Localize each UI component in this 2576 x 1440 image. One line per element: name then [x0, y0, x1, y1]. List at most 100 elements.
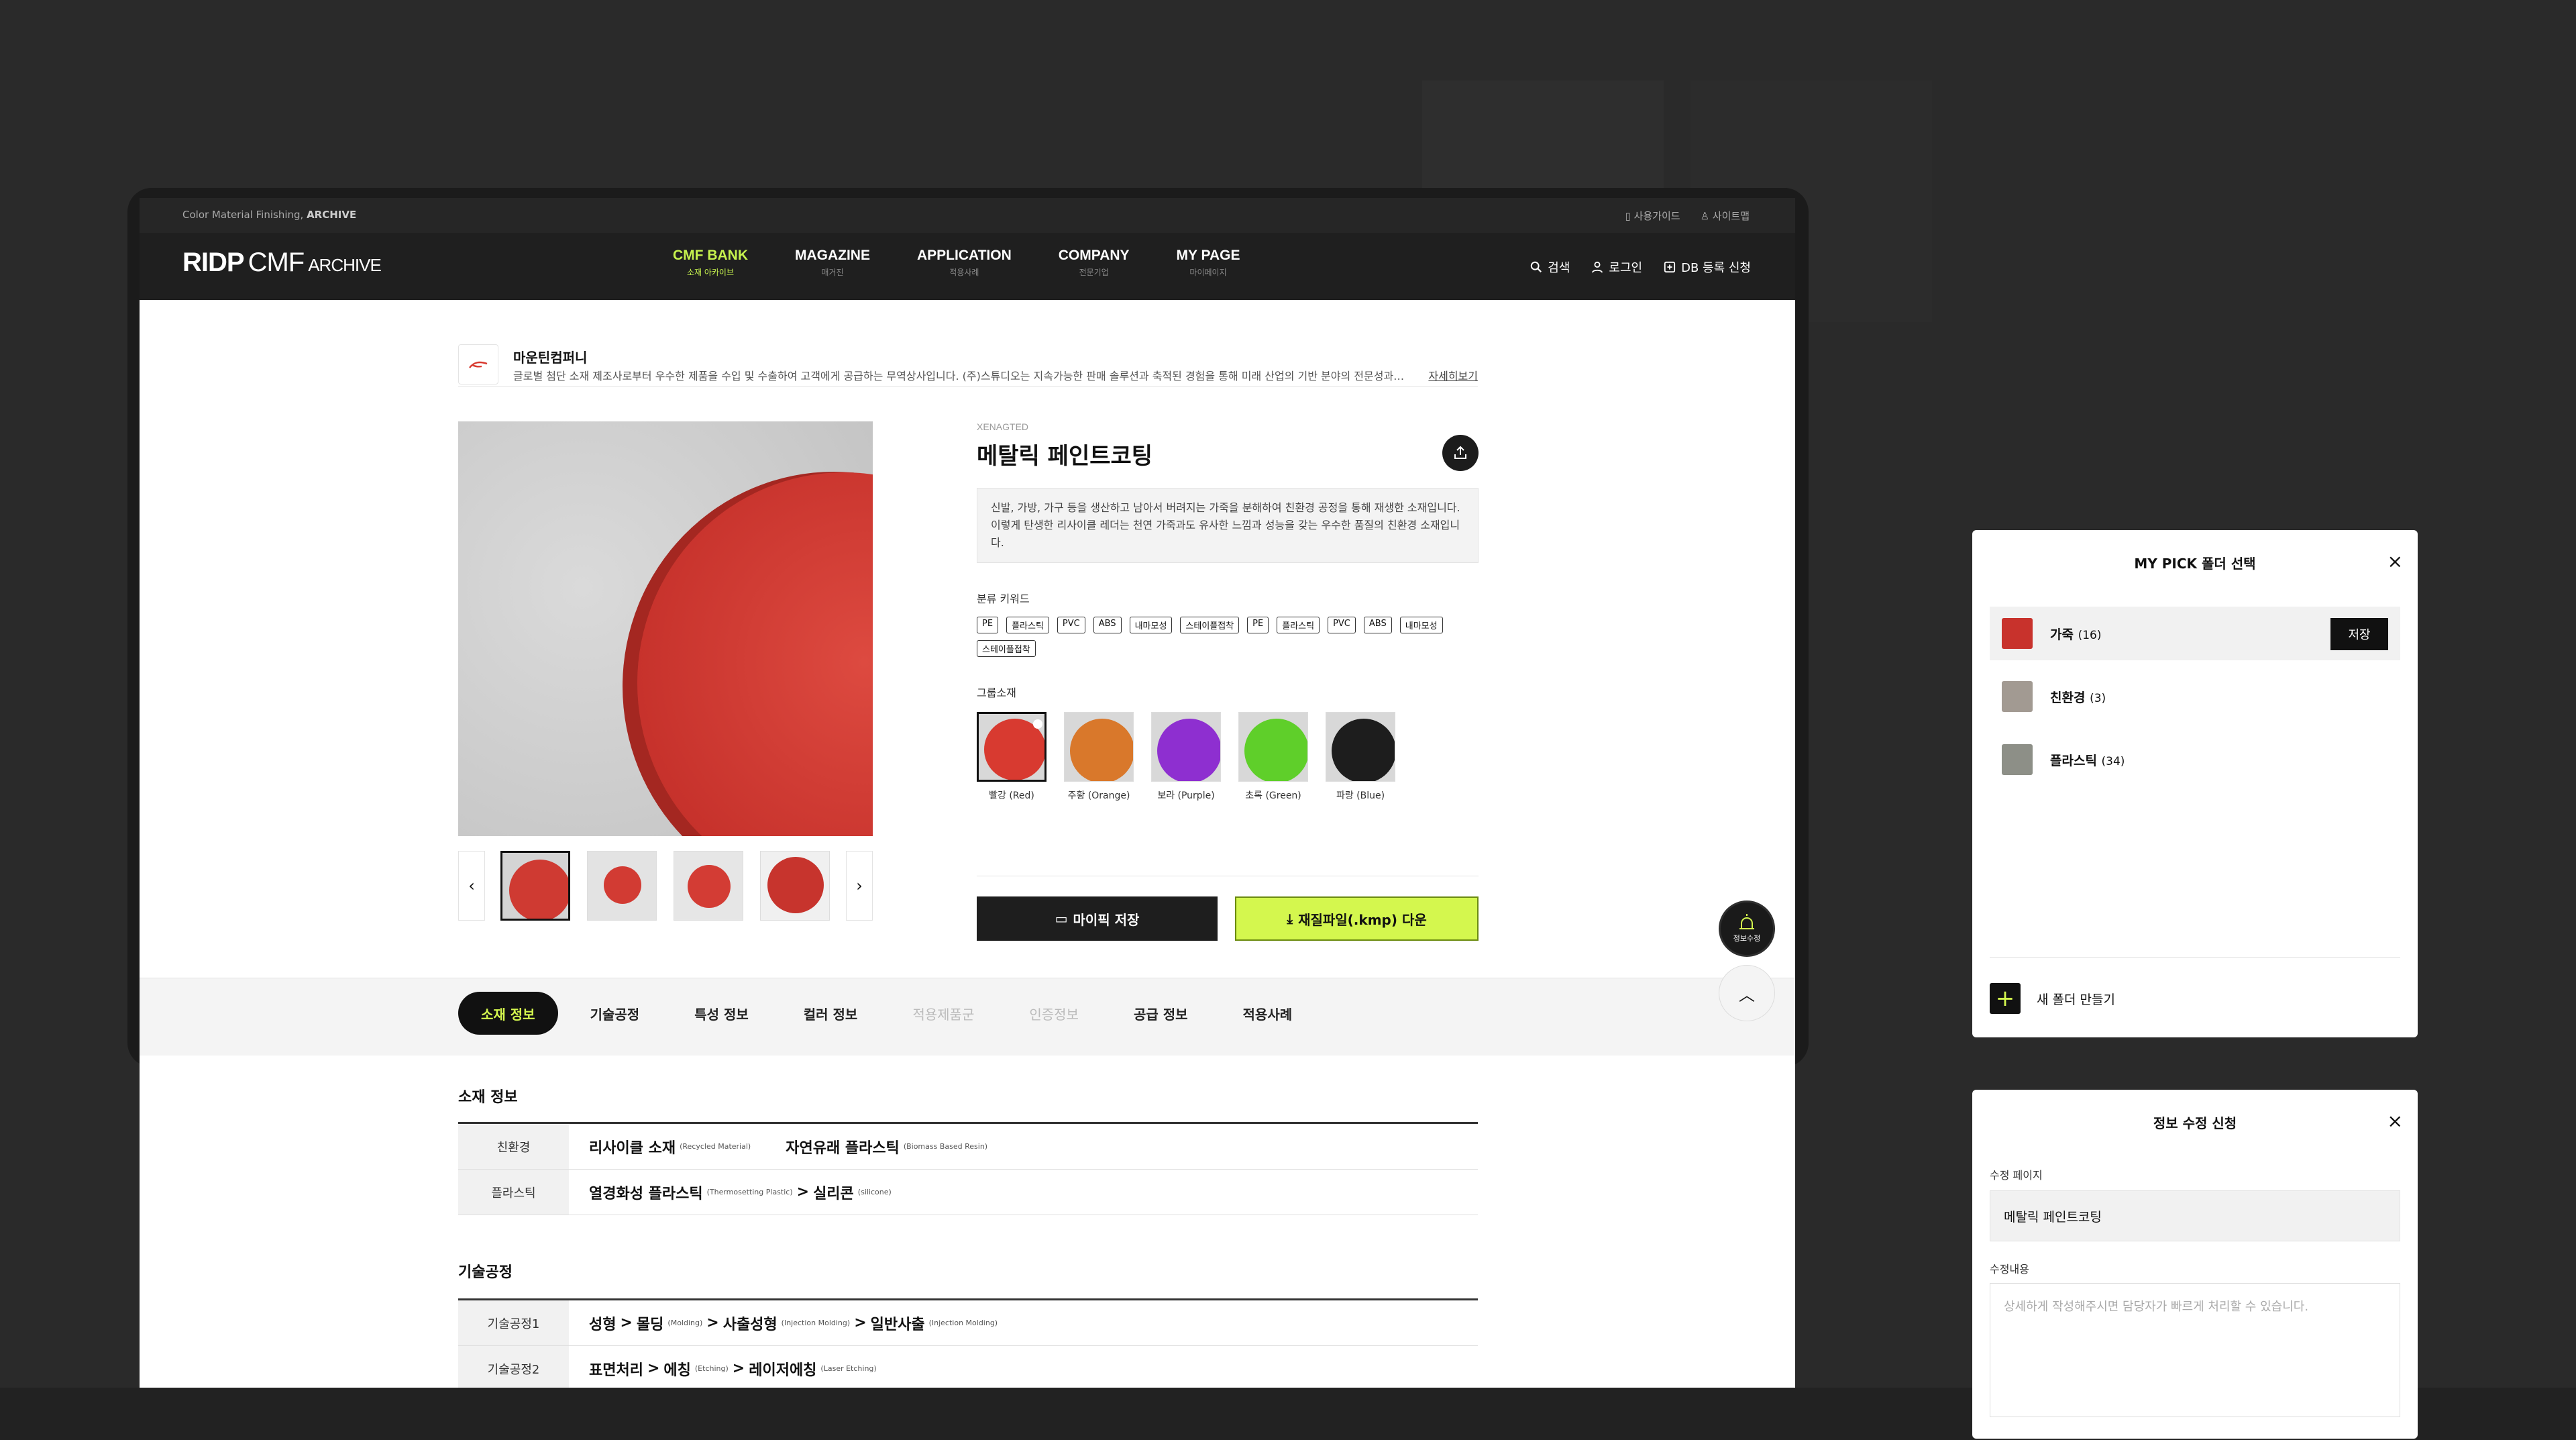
- keyword-tag[interactable]: 내마모성: [1129, 617, 1173, 633]
- tab-color[interactable]: 컬러 정보: [781, 992, 881, 1035]
- mypick-save-button[interactable]: ▭ 마이픽 저장: [977, 896, 1218, 941]
- alert-light-icon: [1739, 914, 1754, 929]
- folder-swatch: [2002, 744, 2033, 775]
- nav-company[interactable]: COMPANY 전문기업: [1059, 248, 1130, 278]
- close-icon[interactable]: ×: [2387, 550, 2403, 572]
- company-more-link[interactable]: 자세히보기: [1428, 367, 1478, 383]
- main-header: RIDP CMF ARCHIVE CMF BANK 소재 아카이브 MAGAZINE 매…: [140, 233, 1795, 300]
- keyword-tag[interactable]: 스테이플접착: [1180, 617, 1240, 633]
- chevron-up-icon: ︿: [1739, 985, 1755, 1005]
- tab-properties[interactable]: 특성 정보: [672, 992, 771, 1035]
- table-row: 플라스틱 열경화성 플라스틱 (Thermosetting Plastic) > 실리…: [458, 1170, 1478, 1215]
- nav-magazine[interactable]: MAGAZINE 매거진: [795, 248, 870, 278]
- edit-request-panel: 정보 수정 신청 × 수정 페이지 메탈릭 페인트코팅 수정내용 상세하게 작성…: [1972, 1090, 2418, 1439]
- search-icon: [1531, 261, 1542, 272]
- tab-process[interactable]: 기술공정: [568, 992, 663, 1035]
- scroll-top-button[interactable]: ︿: [1719, 965, 1775, 1021]
- panel-title: MY PICK 폴더 선택: [2134, 556, 2256, 572]
- product-main-image: [458, 421, 873, 836]
- company-logo: [458, 344, 498, 384]
- tab-products: 적용제품군: [912, 1006, 975, 1023]
- table-row: 기술공정2 표면처리 > 에칭 (Etching) > 레이저에칭 (Laser Etchi…: [458, 1346, 1478, 1388]
- keyword-tag[interactable]: ABS: [1093, 617, 1122, 633]
- company-strip: 마운틴컴퍼니 글로벌 첨단 소재 제조사로부터 우수한 제품을 수입 및 수출하…: [458, 344, 1478, 387]
- share-button[interactable]: [1442, 435, 1479, 471]
- product-description: 신발, 가방, 가구 등을 생산하고 남아서 버려지는 가죽을 분해하여 친환경…: [977, 488, 1479, 563]
- keyword-tag[interactable]: PE: [1247, 617, 1269, 633]
- process-table: 기술공정1 성형 > 몰딩 (Molding) > 사출성형 (Injection Mold…: [458, 1298, 1478, 1388]
- keyword-tag[interactable]: ABS: [1363, 617, 1392, 633]
- nav-my-page[interactable]: MY PAGE 마이페이지: [1177, 248, 1240, 278]
- folder-item[interactable]: 친환경 (3): [1990, 670, 2400, 723]
- tab-material-info[interactable]: 소재 정보: [458, 992, 558, 1035]
- keyword-tag[interactable]: 플라스틱: [1006, 617, 1049, 633]
- company-name: 마운틴컴퍼니: [513, 350, 588, 366]
- material-section-title: 소재 정보: [458, 1089, 518, 1106]
- table-row: 기술공정1 성형 > 몰딩 (Molding) > 사출성형 (Injection Mold…: [458, 1300, 1478, 1346]
- tab-cases[interactable]: 적용사례: [1220, 992, 1316, 1035]
- download-icon: ⤓: [1287, 911, 1293, 927]
- thumb-prev-button[interactable]: ‹: [458, 851, 485, 921]
- folder-icon: ▭: [1055, 911, 1068, 927]
- db-register-button[interactable]: DB 등록 신청: [1664, 258, 1751, 276]
- group-label: 그룹소재: [977, 686, 1016, 699]
- tagline: Color Material Finishing, ARCHIVE: [182, 209, 357, 221]
- swatch-orange[interactable]: 주황 (Orange): [1064, 712, 1134, 802]
- edit-page-field[interactable]: 메탈릭 페인트코팅: [1990, 1190, 2400, 1241]
- keyword-tag[interactable]: PVC: [1328, 617, 1356, 633]
- keyword-list: PE 플라스틱 PVC ABS 내마모성 스테이플접착 PE 플라스틱 PVC …: [977, 617, 1479, 657]
- keyword-tag[interactable]: 플라스틱: [1277, 617, 1320, 633]
- search-button[interactable]: 검색: [1530, 258, 1570, 276]
- chevron-left-icon: ‹: [468, 876, 475, 895]
- mypick-folder-panel: MY PICK 폴더 선택 × 가죽 (16) 저장 친환경 (3) 플라스틱 …: [1972, 530, 2418, 1037]
- keyword-tag[interactable]: 스테이플접착: [977, 640, 1036, 657]
- close-icon[interactable]: ×: [2387, 1110, 2403, 1132]
- utility-bar: Color Material Finishing, ARCHIVE ▯ 사용가이…: [140, 198, 1795, 233]
- share-icon: [1454, 446, 1466, 459]
- swatch-red[interactable]: 빨강 (Red): [977, 712, 1046, 802]
- tab-supply[interactable]: 공급 정보: [1111, 992, 1211, 1035]
- user-icon: [1592, 261, 1603, 273]
- nav-application[interactable]: APPLICATION 적용사례: [917, 248, 1012, 278]
- thumbnail[interactable]: [760, 851, 830, 921]
- thumbnail[interactable]: [587, 851, 657, 921]
- group-swatches: 빨강 (Red) 주황 (Orange) 보라 (Purple) 초록 (Gre…: [977, 712, 1479, 802]
- process-section-title: 기술공정: [458, 1264, 513, 1281]
- edit-content-textarea[interactable]: 상세하게 작성해주시면 담당자가 빠르게 처리할 수 있습니다.: [1990, 1283, 2400, 1417]
- keyword-tag[interactable]: PE: [977, 617, 999, 633]
- material-table: 친환경 리사이클 소재 (Recycled Material) 자연유래 플라스틱(…: [458, 1122, 1478, 1215]
- edit-page-label: 수정 페이지: [1990, 1169, 2043, 1182]
- folder-item[interactable]: 가죽 (16) 저장: [1990, 607, 2400, 660]
- main-nav: CMF BANK 소재 아카이브 MAGAZINE 매거진 APPLICATION 적…: [673, 248, 1240, 278]
- thumb-next-button[interactable]: ›: [846, 851, 873, 921]
- thumbnail[interactable]: [500, 851, 570, 921]
- folder-swatch: [2002, 618, 2033, 649]
- swatch-blue[interactable]: 파랑 (Blue): [1326, 712, 1395, 802]
- site-logo[interactable]: RIDP CMF ARCHIVE: [182, 248, 382, 278]
- thumbnail[interactable]: [674, 851, 743, 921]
- edit-content-label: 수정내용: [1990, 1263, 2029, 1276]
- swatch-green[interactable]: 초록 (Green): [1238, 712, 1308, 802]
- keyword-tag[interactable]: 내마모성: [1399, 617, 1443, 633]
- keyword-tag[interactable]: PVC: [1057, 617, 1085, 633]
- folder-swatch: [2002, 681, 2033, 712]
- folder-save-button[interactable]: 저장: [2330, 618, 2388, 650]
- tab-certification: 인증정보: [1029, 1006, 1079, 1023]
- company-description: 글로벌 첨단 소재 제조사로부터 우수한 제품을 수입 및 수출하여 고객에게 …: [513, 370, 1405, 382]
- product-page: Color Material Finishing, ARCHIVE ▯ 사용가이…: [140, 198, 1795, 1388]
- plus-icon: +: [1990, 983, 2021, 1014]
- panel-title: 정보 수정 신청: [2153, 1115, 2237, 1131]
- new-folder-button[interactable]: + 새 폴더 만들기: [1990, 957, 2400, 1014]
- add-box-icon: [1664, 261, 1676, 273]
- action-buttons: ▭ 마이픽 저장 ⤓ 재질파일(.kmp) 다운: [977, 876, 1479, 941]
- sitemap-link[interactable]: ♙ 사이트맵: [1701, 209, 1750, 223]
- detail-tabs-bar: 소재 정보 기술공정 특성 정보 컬러 정보 적용제품군 인증정보 공급 정보 …: [140, 978, 1795, 1056]
- login-button[interactable]: 로그인: [1591, 258, 1642, 276]
- folder-item[interactable]: 플라스틱 (34): [1990, 733, 2400, 786]
- swatch-purple[interactable]: 보라 (Purple): [1151, 712, 1221, 802]
- guide-link[interactable]: ▯ 사용가이드: [1625, 209, 1680, 223]
- download-button[interactable]: ⤓ 재질파일(.kmp) 다운: [1235, 896, 1479, 941]
- nav-cmf-bank[interactable]: CMF BANK 소재 아카이브: [673, 248, 748, 278]
- product-detail: XENAGTED 메탈릭 페인트코팅 신발, 가방, 가구 등을 생산하고 남아…: [977, 421, 1479, 802]
- edit-request-fab[interactable]: 정보수정: [1719, 901, 1775, 957]
